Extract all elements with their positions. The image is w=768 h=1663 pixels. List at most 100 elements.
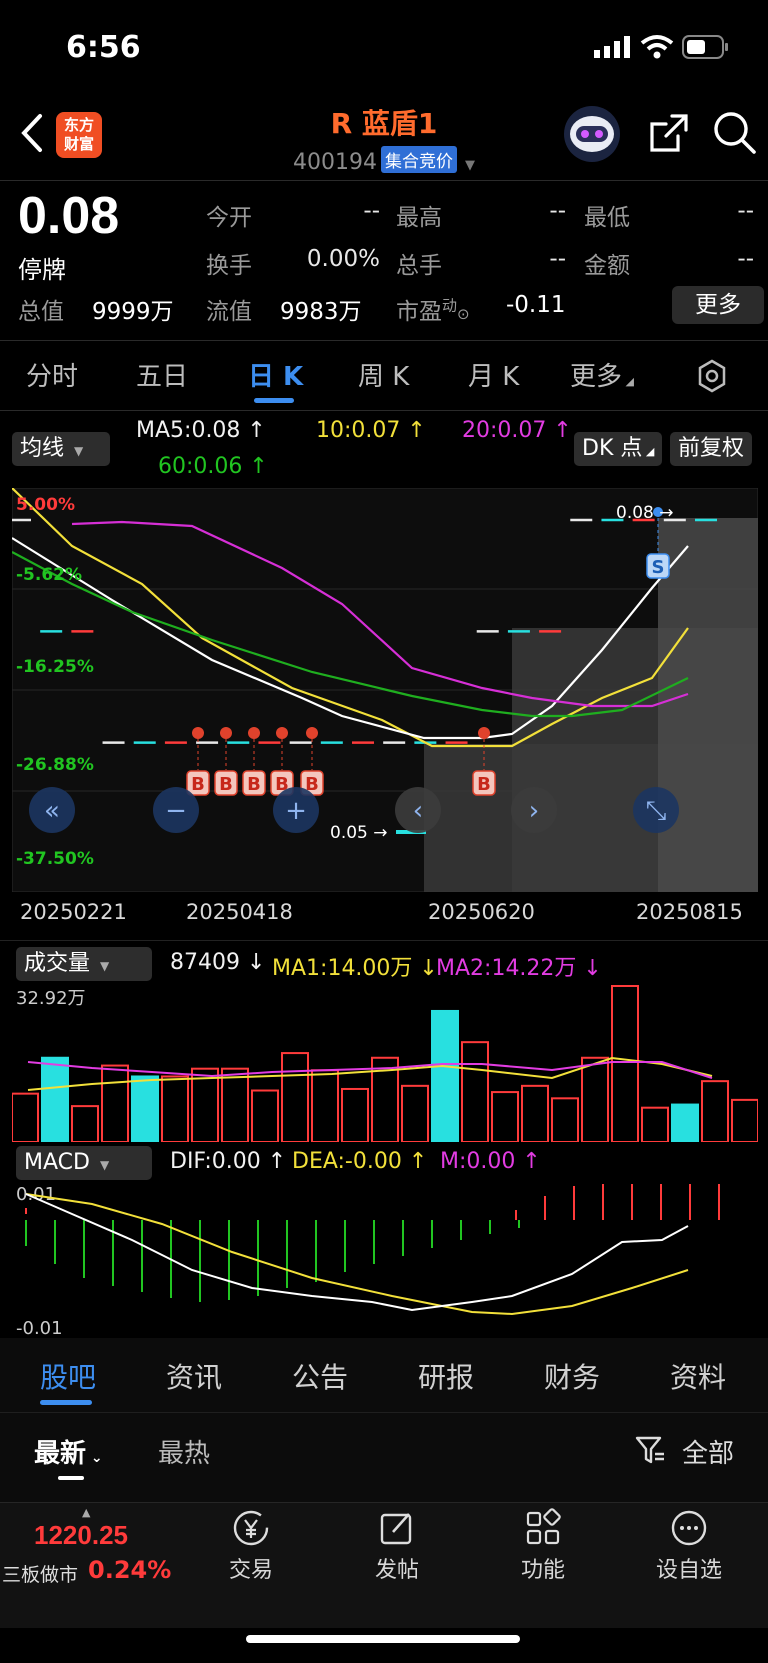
community-panel xyxy=(0,1338,768,1502)
ma5-value: MA5:0.08 ↑ xyxy=(136,418,266,443)
index-value[interactable]: 1220.25 xyxy=(34,1520,128,1551)
sort-hottest[interactable]: 最热 xyxy=(158,1433,210,1470)
high-value: -- xyxy=(549,198,566,224)
tab-daily-k[interactable]: 日 K xyxy=(248,356,303,393)
volume-bar xyxy=(521,1084,549,1142)
y-axis-label: 5.00% xyxy=(16,495,75,515)
signal-dot xyxy=(192,727,204,739)
tab-more[interactable]: 更多 ◢ xyxy=(570,356,634,393)
buy-marker-label: B xyxy=(477,774,491,795)
tab-finance[interactable]: 财务 xyxy=(544,1356,600,1396)
shade-region xyxy=(658,518,758,892)
y-axis-label: -37.50% xyxy=(16,849,94,869)
yen-icon xyxy=(233,1510,269,1546)
pe-value: -0.11 xyxy=(506,292,566,318)
macd-chart[interactable] xyxy=(12,1184,758,1338)
info-icon: ⊙ xyxy=(457,305,470,323)
more-button[interactable]: 更多 xyxy=(672,286,764,324)
tab-guba[interactable]: 股吧 xyxy=(40,1356,96,1396)
volume-bar xyxy=(581,1056,609,1142)
ma-selector[interactable]: 均线 ▼ xyxy=(12,432,110,466)
buy-marker-label: B xyxy=(191,774,205,795)
zoom-out-icon[interactable]: − xyxy=(153,787,199,833)
ma20-value: 20:0.07 ↑ xyxy=(462,418,572,443)
nav-functions[interactable]: 功能 xyxy=(488,1508,598,1584)
volume-current: 87409 ↓ xyxy=(170,950,266,975)
volume-ma2-line xyxy=(27,1061,713,1079)
tab-intraday[interactable]: 分时 xyxy=(26,356,78,393)
volume-bar xyxy=(401,1084,429,1142)
sell-marker-label: S xyxy=(652,557,665,578)
status-time: 6:56 xyxy=(66,30,141,65)
macd-selector[interactable]: MACD ▼ xyxy=(16,1146,152,1180)
active-tab-underline xyxy=(254,398,294,403)
volume-bar xyxy=(12,1092,39,1142)
svg-text:‹: ‹ xyxy=(413,796,423,826)
signal-dot xyxy=(276,727,288,739)
kline-chart[interactable]: B B B B B BS 5.00%-5.62%-16.25%-26.88%-37.50%… xyxy=(12,488,758,892)
dropdown-caret-icon: ▼ xyxy=(464,158,475,173)
share-icon[interactable] xyxy=(648,112,690,154)
tab-announcements[interactable]: 公告 xyxy=(292,1356,348,1396)
macd-dif: DIF:0.00 ↑ xyxy=(170,1149,287,1174)
tab-weekly-k[interactable]: 周 K xyxy=(358,356,409,393)
nav-add-watchlist[interactable]: 设自选 xyxy=(634,1508,744,1584)
edit-icon xyxy=(380,1513,412,1545)
volume-label: 总手 xyxy=(396,253,442,279)
turnover-label: 换手 xyxy=(206,253,252,279)
volume-bar xyxy=(341,1087,369,1142)
low-label: 最低 xyxy=(584,205,630,231)
battery-icon xyxy=(682,35,728,59)
robot-assistant-icon[interactable] xyxy=(560,104,624,164)
tab-profile[interactable]: 资料 xyxy=(670,1356,726,1396)
volume-bar xyxy=(41,1056,69,1142)
svg-text:−: − xyxy=(165,796,187,826)
x-axis-label: 20250418 xyxy=(186,900,293,924)
volume-bar xyxy=(461,1041,489,1142)
open-label: 今开 xyxy=(206,205,252,231)
dk-point-button[interactable]: DK 点 ◢ xyxy=(574,432,663,466)
filter-icon[interactable] xyxy=(634,1434,666,1466)
x-axis-label: 20250815 xyxy=(636,900,743,924)
stock-code: 400194 xyxy=(293,150,377,175)
current-price: 0.08 xyxy=(18,187,120,245)
search-icon[interactable] xyxy=(712,110,758,156)
volume-chart[interactable] xyxy=(12,980,758,1142)
tab-monthly-k[interactable]: 月 K xyxy=(468,356,519,393)
fullscreen-icon[interactable]: ⤡ xyxy=(633,787,679,833)
signal-dot xyxy=(478,727,490,739)
index-name[interactable]: 三板做市 xyxy=(2,1560,78,1587)
nav-trade[interactable]: 交易 xyxy=(196,1508,306,1584)
tab-news[interactable]: 资讯 xyxy=(166,1356,222,1396)
next-icon[interactable]: › xyxy=(511,787,557,833)
turnover-value: 0.00% xyxy=(306,246,380,272)
y-axis-label: -26.88% xyxy=(16,755,94,775)
y-axis-label: -16.25% xyxy=(16,657,94,677)
ma60-value: 60:0.06 ↑ xyxy=(158,454,268,479)
scroll-left-icon[interactable]: « xyxy=(29,787,75,833)
settings-icon[interactable] xyxy=(694,358,730,394)
sort-latest[interactable]: 最新 ⌄ xyxy=(34,1433,103,1470)
volume-ma2: MA2:14.22万 ↓ xyxy=(436,956,602,981)
float-value-label: 流值 xyxy=(206,299,252,325)
index-up-arrow-icon: ▲ xyxy=(82,1506,91,1519)
svg-text:+: + xyxy=(285,796,307,826)
tab-research[interactable]: 研报 xyxy=(418,1356,474,1396)
sort-underline xyxy=(58,1476,84,1480)
volume-selector[interactable]: 成交量 ▼ xyxy=(16,947,152,981)
filter-all[interactable]: 全部 xyxy=(682,1433,734,1470)
svg-text:«: « xyxy=(44,796,60,826)
volume-ma1: MA1:14.00万 ↓ xyxy=(272,956,438,981)
macd-dif-line xyxy=(25,1193,689,1312)
prev-icon[interactable]: ‹ xyxy=(395,787,441,833)
zoom-in-icon[interactable]: + xyxy=(273,787,319,833)
trading-status: 停牌 xyxy=(18,256,66,284)
nav-post[interactable]: 发帖 xyxy=(342,1508,452,1584)
volume-bar xyxy=(431,1009,459,1142)
adjust-button[interactable]: 前复权 xyxy=(670,432,753,466)
volume-bar xyxy=(491,1091,519,1142)
tab-five-day[interactable]: 五日 xyxy=(136,356,188,393)
volume-bar xyxy=(641,1106,669,1142)
volume-value: -- xyxy=(549,246,566,272)
svg-text:⤡: ⤡ xyxy=(646,796,667,826)
